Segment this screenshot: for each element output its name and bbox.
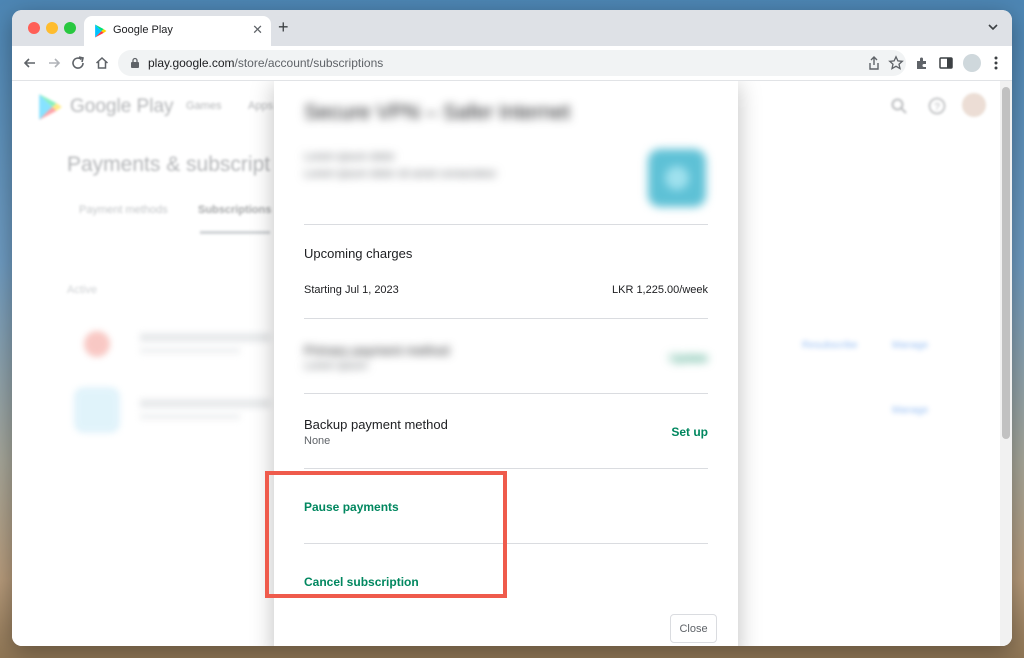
- divider: [304, 468, 708, 469]
- bookmark-star-icon[interactable]: [888, 55, 904, 71]
- back-icon[interactable]: [22, 55, 38, 71]
- url-text: play.google.com/store/account/subscripti…: [148, 56, 383, 70]
- url-host: play.google.com: [148, 56, 235, 70]
- tab-google-play[interactable]: Google Play ✕: [84, 16, 271, 46]
- lock-icon[interactable]: [130, 57, 140, 69]
- app-name: Secure VPN – Safer Internet: [304, 101, 571, 124]
- profile-avatar[interactable]: [963, 54, 981, 72]
- divider: [304, 224, 708, 225]
- upcoming-charges-heading: Upcoming charges: [304, 246, 413, 261]
- subscription-dialog: Secure VPN – Safer Internet Lorem ipsum …: [274, 81, 738, 646]
- reload-icon[interactable]: [70, 55, 86, 71]
- app-subtitle: Lorem ipsum dolor sit amet consectetur: [304, 168, 497, 180]
- chevron-down-icon[interactable]: [986, 20, 1000, 34]
- divider: [304, 543, 708, 544]
- home-icon[interactable]: [94, 55, 110, 71]
- extensions-icon[interactable]: [914, 55, 930, 71]
- divider: [304, 393, 708, 394]
- more-vert-icon[interactable]: [988, 55, 1004, 71]
- update-payment-link[interactable]: Update: [669, 351, 708, 365]
- pause-payments-link[interactable]: Pause payments: [304, 500, 399, 514]
- backup-payment-value: None: [304, 435, 331, 447]
- cancel-subscription-link[interactable]: Cancel subscription: [304, 575, 419, 589]
- forward-icon[interactable]: [46, 55, 62, 71]
- payment-method-value: Lorem ipsum: [304, 360, 368, 372]
- scrollbar-track[interactable]: [1000, 81, 1012, 646]
- divider: [304, 318, 708, 319]
- close-button[interactable]: Close: [670, 614, 717, 643]
- browser-window: Google Play ✕ + play.google.com/store/ac…: [12, 10, 1012, 646]
- google-play-icon: [95, 24, 107, 38]
- backup-payment-heading: Backup payment method: [304, 417, 448, 432]
- charge-price: LKR 1,225.00/week: [611, 284, 708, 296]
- setup-backup-link[interactable]: Set up: [671, 425, 708, 439]
- scrollbar-thumb[interactable]: [1002, 87, 1010, 439]
- share-icon[interactable]: [866, 55, 882, 71]
- tab-strip: Google Play ✕ +: [12, 10, 1012, 46]
- zoom-window-button[interactable]: [64, 22, 76, 34]
- payment-method-label: Primary payment method: [304, 343, 450, 358]
- plus-icon[interactable]: +: [278, 18, 289, 36]
- tab-title: Google Play: [113, 24, 173, 36]
- app-icon: [648, 149, 706, 207]
- browser-toolbar: play.google.com/store/account/subscripti…: [12, 46, 1012, 81]
- charge-start-date: Starting Jul 1, 2023: [304, 284, 399, 296]
- address-bar[interactable]: play.google.com/store/account/subscripti…: [118, 50, 906, 76]
- app-subtitle: Lorem ipsum dolor: [304, 151, 396, 163]
- side-panel-icon[interactable]: [938, 55, 954, 71]
- minimize-window-button[interactable]: [46, 22, 58, 34]
- page-content: Google Play Games Apps ? Payments & subs…: [12, 81, 1012, 646]
- url-path: /store/account/subscriptions: [234, 56, 384, 70]
- close-window-button[interactable]: [28, 22, 40, 34]
- close-icon[interactable]: ✕: [252, 22, 263, 38]
